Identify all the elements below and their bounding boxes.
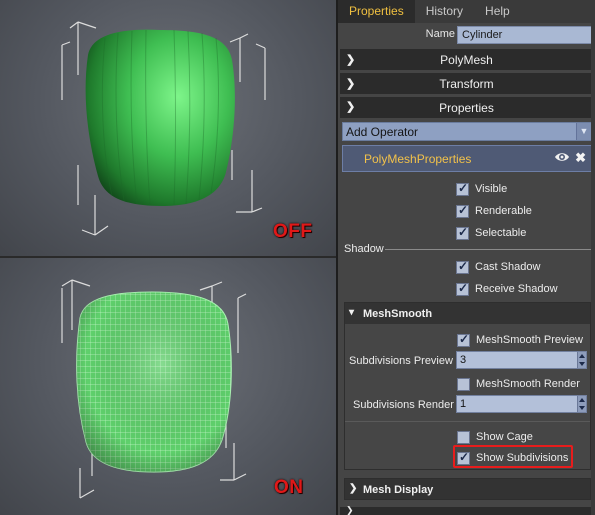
subdivisions-preview-value[interactable]: 3: [460, 354, 466, 366]
section-polymesh[interactable]: ❯ PolyMesh: [340, 49, 593, 70]
viewport-off-scene: [61, 21, 266, 236]
shadow-group-label: Shadow: [344, 243, 384, 255]
eye-icon[interactable]: [554, 150, 570, 164]
cast-shadow-checkbox[interactable]: [456, 259, 469, 274]
add-operator-label: Add Operator: [346, 125, 419, 139]
subdivisions-preview-label: Subdivisions Preview: [349, 355, 453, 367]
on-label: ON: [274, 477, 304, 498]
viewport-off[interactable]: OFF: [0, 0, 336, 256]
meshsmooth-title: MeshSmooth: [363, 308, 433, 320]
name-input[interactable]: Cylinder: [457, 26, 593, 44]
dropdown-arrow-icon[interactable]: ▼: [576, 123, 591, 140]
meshsmooth-separator: [345, 421, 590, 422]
meshsmooth-preview-label: MeshSmooth Preview: [476, 334, 583, 346]
name-row: Name Cylinder: [338, 25, 595, 45]
show-cage-checkbox[interactable]: [457, 431, 470, 444]
meshsmooth-render-checkbox[interactable]: [457, 378, 470, 391]
renderable-checkbox[interactable]: [456, 203, 469, 218]
section-transform[interactable]: ❯ Transform: [340, 73, 593, 94]
shadow-divider: [385, 249, 593, 250]
name-label: Name: [425, 28, 455, 40]
spinner-arrows-icon[interactable]: [577, 396, 586, 412]
tab-properties[interactable]: Properties: [338, 0, 415, 23]
meshsmooth-render-label: MeshSmooth Render: [476, 378, 580, 390]
subdivisions-render-spinner[interactable]: 1: [456, 395, 587, 413]
show-cage-label: Show Cage: [476, 431, 533, 443]
chevron-right-icon: ❯: [346, 505, 354, 515]
viewport-on[interactable]: ON: [0, 258, 336, 515]
spinner-arrows-icon[interactable]: [577, 352, 586, 368]
next-section-peek[interactable]: ❯: [340, 505, 593, 515]
visible-label: Visible: [475, 183, 508, 195]
visible-checkbox[interactable]: [456, 181, 469, 196]
mesh-display-title: Mesh Display: [363, 484, 434, 496]
renderable-label: Renderable: [475, 205, 532, 217]
selectable-checkbox[interactable]: [456, 225, 469, 240]
section-transform-title: Transform: [439, 77, 494, 91]
receive-shadow-checkbox[interactable]: [456, 281, 469, 296]
chevron-down-icon: ▾: [349, 307, 355, 318]
mesh-display-header[interactable]: ❯ Mesh Display: [344, 478, 591, 500]
section-properties-title: Properties: [439, 101, 494, 115]
subdivisions-preview-spinner[interactable]: 3: [456, 351, 587, 369]
section-properties[interactable]: ❯ Properties: [340, 97, 593, 118]
meshsmooth-header[interactable]: ▾ MeshSmooth: [345, 303, 590, 324]
show-subdivisions-label: Show Subdivisions: [476, 452, 569, 464]
close-icon[interactable]: ✖: [575, 150, 586, 166]
receive-shadow-label: Receive Shadow: [475, 283, 558, 295]
off-label: OFF: [273, 221, 313, 242]
section-polymesh-title: PolyMesh: [440, 53, 493, 67]
tab-history[interactable]: History: [415, 0, 474, 23]
meshsmooth-group: ▾ MeshSmooth MeshSmooth Preview Subdivis…: [344, 302, 591, 470]
properties-panel: Properties History Help Name Cylinder ❯ …: [336, 0, 595, 515]
panel-tabs: Properties History Help: [338, 0, 595, 23]
operator-header[interactable]: PolyMeshProperties ✖: [342, 145, 592, 172]
selectable-label: Selectable: [475, 227, 527, 239]
add-operator-dropdown[interactable]: Add Operator ▼: [342, 122, 592, 141]
tab-help[interactable]: Help: [474, 0, 521, 23]
operator-name: PolyMeshProperties: [364, 152, 472, 166]
chevron-right-icon: ❯: [349, 483, 358, 494]
cast-shadow-label: Cast Shadow: [475, 261, 541, 273]
panel-scrollbar[interactable]: [591, 23, 595, 515]
subdivisions-render-label: Subdivisions Render: [353, 399, 454, 411]
show-subdivisions-checkbox[interactable]: [457, 450, 470, 465]
subdivisions-render-value[interactable]: 1: [460, 398, 466, 410]
meshsmooth-preview-checkbox[interactable]: [457, 332, 470, 347]
